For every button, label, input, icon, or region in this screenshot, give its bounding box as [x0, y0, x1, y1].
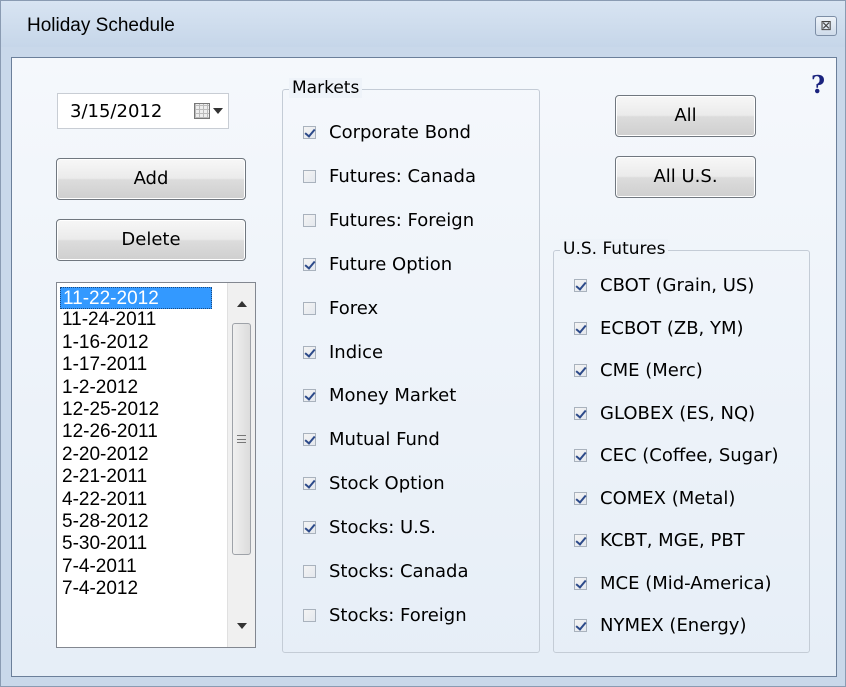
us-futures-checkbox-label[interactable]: NYMEX (Energy) — [600, 614, 746, 638]
markets-group: Markets Corporate Bond Futures: Canada Fut… — [282, 78, 540, 653]
list-item[interactable]: 7-4-2011 — [60, 556, 212, 578]
list-item[interactable]: 1-16-2012 — [60, 332, 212, 354]
markets-group-legend: Markets — [289, 78, 363, 98]
list-item[interactable]: 12-25-2012 — [60, 399, 212, 421]
checkbox-checked-icon[interactable] — [303, 521, 316, 535]
list-item[interactable]: 5-28-2012 — [60, 511, 212, 533]
checkbox-unchecked-icon[interactable] — [303, 169, 316, 183]
us-futures-checkbox-label[interactable]: KCBT, MGE, PBT — [600, 529, 745, 553]
checkbox-checked-icon[interactable] — [303, 257, 316, 271]
us-futures-checkbox-label[interactable]: CEC (Coffee, Sugar) — [600, 444, 779, 468]
list-item[interactable]: 12-26-2011 — [60, 421, 212, 443]
market-checkbox-label[interactable]: Mutual Fund — [329, 428, 440, 452]
list-item[interactable]: 4-22-2011 — [60, 489, 212, 511]
market-checkbox-label[interactable]: Stock Option — [329, 472, 445, 496]
date-value[interactable]: 3/15/2012 — [70, 101, 162, 122]
dialog-body: ? 3/15/2012 Add Delete 11-22-2012 11-24-2… — [11, 57, 837, 677]
us-futures-checkbox-label[interactable]: ECBOT (ZB, YM) — [600, 317, 744, 341]
list-item[interactable]: 2-20-2012 — [60, 444, 212, 466]
checkbox-checked-icon[interactable] — [574, 619, 587, 632]
scroll-thumb[interactable] — [232, 323, 251, 555]
all-button[interactable]: All — [615, 95, 756, 137]
checkbox-unchecked-icon[interactable] — [303, 301, 316, 315]
list-item[interactable]: 1-2-2012 — [60, 377, 212, 399]
checkbox-checked-icon[interactable] — [574, 321, 587, 335]
us-futures-checkbox-label[interactable]: GLOBEX (ES, NQ) — [600, 402, 755, 426]
grip-icon — [237, 435, 246, 443]
help-icon[interactable]: ? — [811, 70, 825, 99]
checkbox-checked-icon[interactable] — [574, 364, 587, 377]
us-futures-group: U.S. Futures CBOT (Grain, US) ECBOT (ZB, … — [553, 239, 810, 653]
market-checkbox-label[interactable]: Money Market — [329, 384, 456, 408]
checkbox-checked-icon[interactable] — [574, 491, 587, 505]
market-checkbox-label[interactable]: Stocks: Foreign — [329, 604, 467, 628]
window-title: Holiday Schedule — [27, 15, 175, 36]
checkbox-checked-icon[interactable] — [303, 389, 316, 403]
checkbox-checked-icon[interactable] — [303, 477, 316, 491]
checkbox-checked-icon[interactable] — [574, 576, 587, 590]
us-futures-checkbox-label[interactable]: MCE (Mid-America) — [600, 572, 772, 596]
checkbox-checked-icon[interactable] — [303, 126, 316, 139]
market-checkbox-label[interactable]: Future Option — [329, 253, 452, 277]
date-picker[interactable]: 3/15/2012 — [57, 93, 229, 129]
scroll-down-arrow-icon[interactable] — [237, 623, 247, 629]
market-checkbox-label[interactable]: Futures: Canada — [329, 165, 476, 189]
holiday-date-list[interactable]: 11-22-2012 11-24-2011 1-16-2012 1-17-2011 1-… — [56, 282, 256, 648]
market-checkbox-label[interactable]: Forex — [329, 297, 378, 321]
checkbox-unchecked-icon[interactable] — [303, 213, 316, 227]
scroll-up-arrow-icon[interactable] — [237, 301, 247, 307]
market-checkbox-label[interactable]: Indice — [329, 341, 383, 365]
checkbox-checked-icon[interactable] — [574, 534, 587, 547]
delete-button[interactable]: Delete — [56, 219, 246, 261]
holiday-schedule-window: Holiday Schedule ⊠ ? 3/15/2012 Add Delet… — [0, 0, 846, 687]
list-item[interactable]: 11-22-2012 — [60, 287, 212, 310]
us-futures-checkbox-label[interactable]: CBOT (Grain, US) — [600, 274, 754, 298]
add-button[interactable]: Add — [56, 158, 246, 200]
us-futures-checkbox-label[interactable]: COMEX (Metal) — [600, 487, 735, 511]
list-item[interactable]: 1-17-2011 — [60, 354, 212, 376]
list-scrollbar[interactable] — [227, 283, 255, 647]
checkbox-unchecked-icon[interactable] — [303, 565, 316, 578]
title-bar[interactable]: Holiday Schedule ⊠ — [1, 1, 845, 47]
market-checkbox-label[interactable]: Stocks: U.S. — [329, 516, 436, 540]
close-icon[interactable]: ⊠ — [815, 16, 837, 36]
list-item[interactable]: 2-21-2011 — [60, 466, 212, 488]
us-futures-group-legend: U.S. Futures — [560, 239, 669, 259]
us-futures-checkbox-label[interactable]: CME (Merc) — [600, 359, 703, 383]
list-item[interactable]: 7-4-2012 — [60, 578, 212, 600]
checkbox-checked-icon[interactable] — [303, 433, 316, 447]
checkbox-unchecked-icon[interactable] — [303, 608, 316, 622]
calendar-icon[interactable] — [194, 103, 210, 119]
holiday-date-items: 11-22-2012 11-24-2011 1-16-2012 1-17-2011 1-… — [60, 287, 212, 600]
list-item[interactable]: 11-24-2011 — [60, 309, 212, 331]
checkbox-checked-icon[interactable] — [574, 406, 587, 420]
market-checkbox-label[interactable]: Futures: Foreign — [329, 209, 474, 233]
list-item[interactable]: 5-30-2011 — [60, 533, 212, 555]
market-checkbox-label[interactable]: Stocks: Canada — [329, 560, 468, 584]
checkbox-checked-icon[interactable] — [574, 449, 587, 462]
chevron-down-icon[interactable] — [213, 108, 223, 114]
checkbox-checked-icon[interactable] — [303, 345, 316, 359]
all-us-button[interactable]: All U.S. — [615, 156, 756, 198]
checkbox-checked-icon[interactable] — [574, 279, 587, 292]
market-checkbox-label[interactable]: Corporate Bond — [329, 121, 471, 145]
